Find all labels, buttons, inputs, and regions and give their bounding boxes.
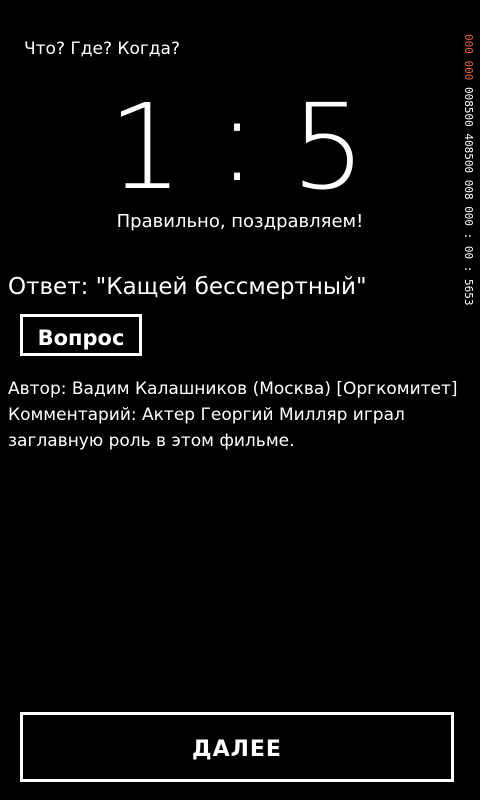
next-button[interactable]: ДАЛЕЕ: [20, 712, 454, 782]
debug-counter-accent: 000 000: [462, 34, 475, 81]
result-message: Правильно, поздравляем!: [116, 211, 364, 232]
question-button[interactable]: Вопрос: [20, 314, 142, 356]
score-display: 1:5: [0, 78, 480, 216]
score-separator: :: [217, 70, 263, 208]
comment-text: Комментарий: Актер Георгий Милляр играл …: [8, 405, 405, 451]
author-text: Автор: Вадим Калашников (Москва) [Оргком…: [8, 379, 458, 399]
debug-counter-text: 008500 408500 008 000 : 00 : 5653: [462, 80, 475, 306]
question-details: Автор: Вадим Калашников (Москва) [Оргком…: [8, 376, 464, 454]
score-correct: 1: [108, 78, 190, 216]
score-total: 5: [290, 78, 372, 216]
answer-text: Ответ: "Кащей бессмертный": [8, 274, 367, 300]
debug-counter: 000 000 008500 408500 008 000 : 00 : 565…: [462, 34, 475, 306]
app-title: Что? Где? Когда?: [24, 39, 180, 59]
